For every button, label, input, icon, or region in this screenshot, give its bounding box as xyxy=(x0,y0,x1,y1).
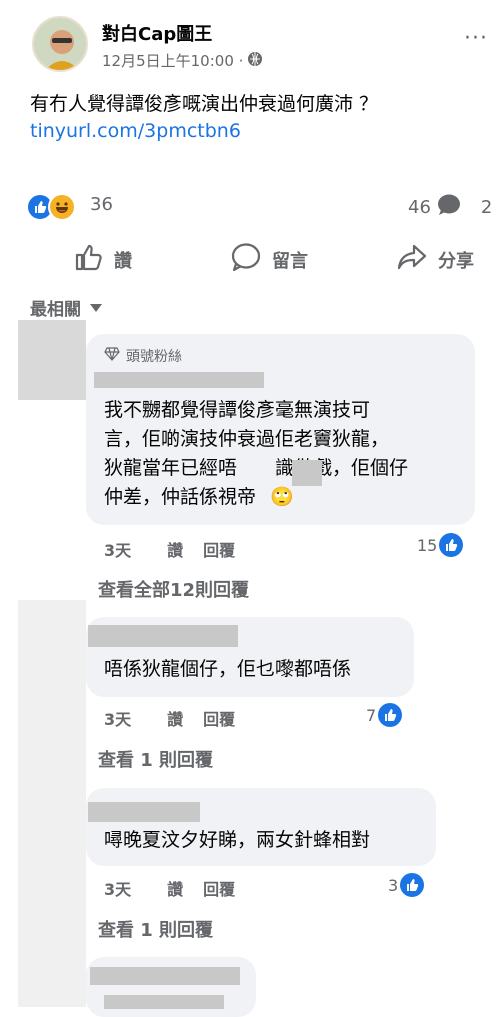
like-badge-icon xyxy=(400,873,425,897)
comment-label: 留言 xyxy=(272,250,308,272)
diamond-icon xyxy=(104,347,120,365)
comment-sort-dropdown[interactable]: 最相關 xyxy=(30,295,103,320)
view-replies-link[interactable]: 查看 1 則回覆 xyxy=(98,916,213,942)
comment-text: 我不嬲都覺得譚俊彥毫無演技可 言，佢啲演技仲衰過佢老竇狄龍， 狄龍當年已經唔 識… xyxy=(104,399,409,508)
view-replies-link[interactable]: 查看 1 則回覆 xyxy=(98,746,213,772)
comment-time[interactable]: 3天 xyxy=(104,537,131,561)
comment-count: 46 xyxy=(408,197,431,218)
comment-time[interactable]: 3天 xyxy=(104,706,131,730)
reaction-count[interactable]: 36 xyxy=(90,194,113,215)
share-arrow-icon xyxy=(396,242,428,277)
commenter-avatar-redacted[interactable] xyxy=(18,320,86,400)
comment-time[interactable]: 3天 xyxy=(104,876,131,900)
thumbs-up-icon xyxy=(74,242,104,277)
author-avatar[interactable] xyxy=(32,16,88,72)
post-text: 有冇人覺得譚俊彥嘅演出仲衰過何廣沛 ？ xyxy=(30,93,379,115)
commenter-name-redacted[interactable] xyxy=(90,967,240,985)
comment-icon xyxy=(230,242,262,277)
post-link[interactable]: tinyurl.com/3pmctbn6 xyxy=(30,120,241,142)
comment-reply-button[interactable]: 回覆 xyxy=(203,876,235,900)
comment-text: 噚晚夏汶夕好睇，兩女針蜂相對 xyxy=(104,829,371,851)
share-button[interactable]: 分享 xyxy=(396,242,474,277)
globe-icon xyxy=(247,51,263,71)
view-replies-link[interactable]: 查看全部12則回覆 xyxy=(98,576,249,602)
comment-like-button[interactable]: 讚 xyxy=(167,876,183,900)
comment-button[interactable]: 留言 xyxy=(230,242,308,277)
comment-share-counts[interactable]: 46 2 xyxy=(408,194,492,221)
post-time[interactable]: 12月5日上午10:00 · xyxy=(102,50,243,71)
comment-like-count[interactable]: 7 xyxy=(366,703,403,727)
commenter-name-redacted[interactable] xyxy=(94,372,264,388)
thread-line-area xyxy=(18,600,86,1007)
sort-label: 最相關 xyxy=(30,300,81,320)
haha-reaction-icon xyxy=(48,193,76,221)
like-button[interactable]: 讚 xyxy=(74,242,132,277)
comment-like-button[interactable]: 讚 xyxy=(167,706,183,730)
post-meta: 12月5日上午10:00 · xyxy=(102,50,263,71)
comment-actions: 3天 讚 回覆 xyxy=(104,537,235,561)
badge-label: 頭號粉絲 xyxy=(126,349,182,365)
share-label: 分享 xyxy=(438,250,474,272)
commenter-name-redacted[interactable] xyxy=(88,625,238,647)
like-label: 讚 xyxy=(114,250,132,272)
comment-like-count[interactable]: 3 xyxy=(388,873,425,897)
comment-actions: 3天 讚 回覆 xyxy=(104,876,235,900)
caret-down-icon xyxy=(89,298,103,318)
share-count: 2 xyxy=(480,197,493,218)
comment-bubble-icon xyxy=(437,194,461,221)
comment-bubble[interactable]: 噚晚夏汶夕好睇，兩女針蜂相對 xyxy=(86,788,436,866)
comment-reply-button[interactable]: 回覆 xyxy=(203,537,235,561)
commenter-name-redacted[interactable] xyxy=(88,802,200,822)
comment-text: 唔係狄龍個仔，佢乜嚟都唔係 xyxy=(104,658,352,680)
more-options-icon[interactable]: ··· xyxy=(464,26,488,51)
comment-reply-button[interactable]: 回覆 xyxy=(203,706,235,730)
reaction-icons[interactable] xyxy=(26,193,76,221)
comment-bubble[interactable]: 唔係狄龍個仔，佢乜嚟都唔係 xyxy=(86,617,414,697)
top-fan-badge: 頭號粉絲 xyxy=(104,346,182,366)
like-badge-icon xyxy=(439,533,464,557)
comment-bubble-partial[interactable] xyxy=(86,957,256,1017)
author-name[interactable]: 對白Cap圖王 xyxy=(102,20,212,46)
comment-like-count[interactable]: 15 xyxy=(417,533,464,557)
comment-actions: 3天 讚 回覆 xyxy=(104,706,235,730)
like-badge-icon xyxy=(378,703,403,727)
comment-bubble[interactable]: 頭號粉絲 我不嬲都覺得譚俊彥毫無演技可 言，佢啲演技仲衰過佢老竇狄龍， 狄龍當年… xyxy=(86,334,475,525)
comment-like-button[interactable]: 讚 xyxy=(167,537,183,561)
redacted-word xyxy=(292,460,322,486)
eye-roll-emoji: 🙄 xyxy=(270,486,294,508)
